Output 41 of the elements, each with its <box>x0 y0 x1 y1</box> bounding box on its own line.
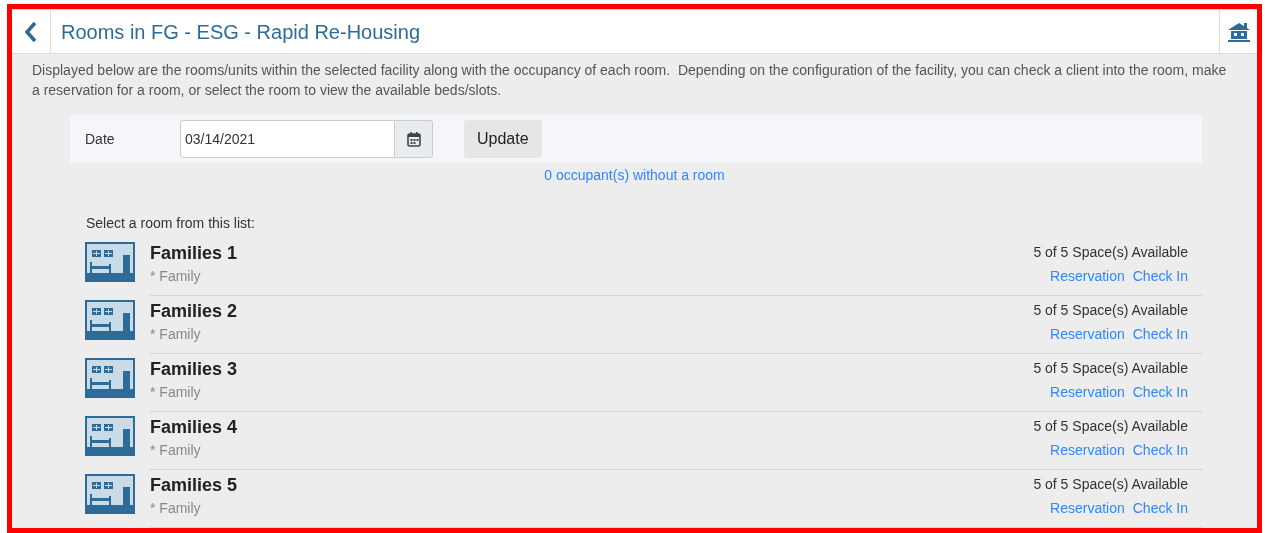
action-link[interactable]: Reservation <box>1050 380 1125 404</box>
availability-text: 5 of 5 Space(s) Available <box>1033 359 1188 378</box>
room-name[interactable]: Families 5 <box>150 473 238 497</box>
house-icon <box>1226 20 1251 43</box>
action-link[interactable]: Check In <box>1132 496 1188 520</box>
calendar-button[interactable] <box>395 120 433 158</box>
action-link[interactable]: Reservation <box>1050 496 1125 520</box>
action-link[interactable]: Check In <box>1132 322 1188 346</box>
room-name[interactable]: Families 2 <box>150 299 238 323</box>
room-type: * Family <box>150 441 202 460</box>
action-link[interactable]: Reservation <box>1050 322 1125 346</box>
availability-text: 5 of 5 Space(s) Available <box>1033 243 1188 262</box>
occupants-link[interactable]: 0 occupant(s) without a room <box>544 165 725 186</box>
calendar-icon <box>406 131 421 147</box>
action-link[interactable]: Reservation <box>1050 264 1125 288</box>
availability-text: 5 of 5 Space(s) Available <box>1033 475 1188 494</box>
availability-text: 5 of 5 Space(s) Available <box>1033 301 1188 320</box>
list-heading: Select a room from this list: <box>86 214 256 233</box>
date-field[interactable]: 03/14/2021 <box>180 120 395 158</box>
room-type: * Family <box>150 267 202 286</box>
date-label: Date <box>85 129 116 149</box>
room-type: * Family <box>150 499 202 518</box>
action-link[interactable]: Check In <box>1132 438 1188 462</box>
action-link[interactable]: Check In <box>1132 380 1188 404</box>
room-name[interactable]: Families 1 <box>150 241 238 265</box>
action-link[interactable]: Check In <box>1132 264 1188 288</box>
chevron-left-icon <box>24 20 38 43</box>
room-icon <box>85 300 135 340</box>
room-icon <box>85 474 135 514</box>
page-title: Rooms in FG - ESG - Rapid Re-Housing <box>61 19 420 45</box>
room-name[interactable]: Families 3 <box>150 357 238 381</box>
action-link[interactable]: Reservation <box>1050 438 1125 462</box>
room-name[interactable]: Families 4 <box>150 415 238 439</box>
description-text: Displayed below are the rooms/units within the selected facility along with the occupancy of each room. Depending on the configuration of the facility, you can check a client into the room, make a reservation for a room, or select the room to view the available beds/slots. <box>31 61 1228 100</box>
availability-text: 5 of 5 Space(s) Available <box>1033 417 1188 436</box>
update-button[interactable]: Update <box>464 120 542 158</box>
room-icon <box>85 242 135 282</box>
room-icon <box>85 416 135 456</box>
room-icon <box>85 358 135 398</box>
room-type: * Family <box>150 325 202 344</box>
room-type: * Family <box>150 383 202 402</box>
